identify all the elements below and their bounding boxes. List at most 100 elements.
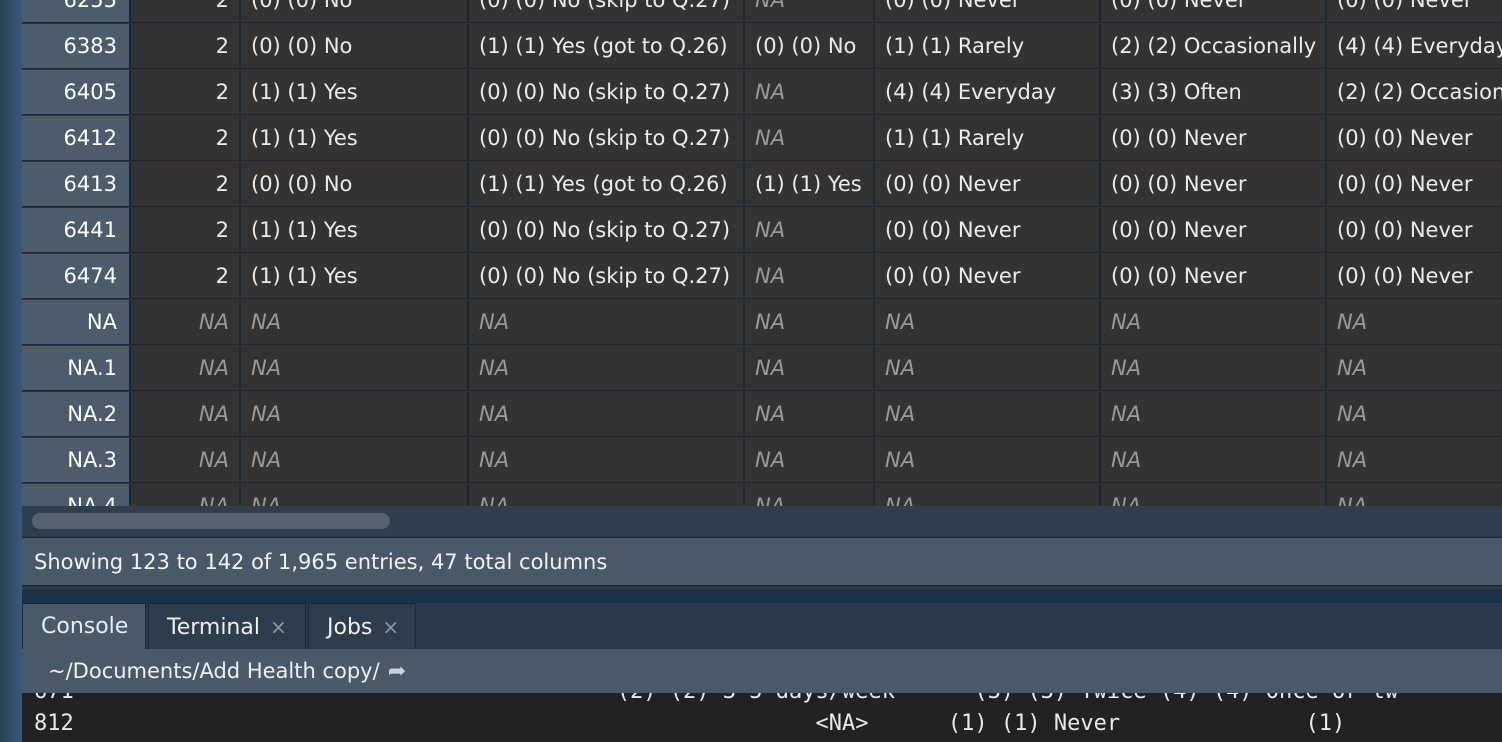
table-cell[interactable]: (0) (0) Never — [875, 0, 1101, 23]
row-name-cell[interactable]: NA.2 — [22, 392, 131, 437]
table-cell[interactable]: NA — [241, 484, 469, 506]
row-name-cell[interactable]: 6383 — [22, 24, 131, 69]
table-cell[interactable]: NA — [1327, 392, 1502, 437]
close-icon[interactable]: × — [382, 615, 399, 639]
table-cell[interactable]: (4) (4) Everyday — [875, 70, 1101, 115]
table-cell[interactable]: (0) (0) Never — [1327, 254, 1502, 299]
table-cell[interactable]: NA — [241, 300, 469, 345]
table-cell[interactable]: NA — [745, 254, 875, 299]
table-cell[interactable]: (4) (4) Everyday — [1327, 24, 1502, 69]
table-cell[interactable]: (1) (1) Rarely — [875, 116, 1101, 161]
row-name-cell[interactable]: NA — [22, 300, 131, 345]
table-cell[interactable]: (0) (0) No (skip to Q.27) — [469, 254, 745, 299]
tab-console[interactable]: Console — [22, 603, 146, 649]
table-cell[interactable]: NA — [241, 438, 469, 483]
table-cell[interactable]: NA — [745, 438, 875, 483]
table-cell[interactable]: (0) (0) Never — [1101, 0, 1327, 23]
table-cell[interactable]: NA — [1327, 346, 1502, 391]
table-cell[interactable]: (1) (1) Yes — [241, 116, 469, 161]
table-cell[interactable]: (0) (0) Never — [1327, 162, 1502, 207]
table-cell[interactable]: NA — [469, 300, 745, 345]
table-cell[interactable]: NA — [745, 300, 875, 345]
table-cell[interactable]: 2 — [131, 208, 241, 253]
table-cell[interactable]: (2) (2) Occasionally — [1101, 24, 1327, 69]
table-cell[interactable]: NA — [131, 438, 241, 483]
row-name-cell[interactable]: 6255 — [22, 0, 131, 23]
table-cell[interactable]: NA — [875, 346, 1101, 391]
table-cell[interactable]: NA — [875, 438, 1101, 483]
console-output[interactable]: 671 (2) (2) 3-5 days/week (3) (3) Twice … — [22, 693, 1502, 742]
table-cell[interactable]: NA — [745, 116, 875, 161]
table-cell[interactable]: NA — [745, 0, 875, 23]
table-cell[interactable]: NA — [745, 392, 875, 437]
table-cell[interactable]: (0) (0) No (skip to Q.27) — [469, 116, 745, 161]
table-cell[interactable]: (0) (0) No (skip to Q.27) — [469, 208, 745, 253]
row-name-cell[interactable]: 6441 — [22, 208, 131, 253]
table-cell[interactable]: NA — [745, 208, 875, 253]
table-cell[interactable]: NA — [745, 484, 875, 506]
table-cell[interactable]: (1) (1) Yes (got to Q.26) — [469, 24, 745, 69]
row-name-cell[interactable]: NA.3 — [22, 438, 131, 483]
table-cell[interactable]: (1) (1) Yes — [241, 254, 469, 299]
table-cell[interactable]: NA — [241, 346, 469, 391]
table-cell[interactable]: NA — [875, 484, 1101, 506]
table-cell[interactable]: 2 — [131, 162, 241, 207]
horizontal-scrollbar[interactable] — [22, 506, 1502, 536]
table-cell[interactable]: (0) (0) No (skip to Q.27) — [469, 70, 745, 115]
table-cell[interactable]: (0) (0) Never — [875, 208, 1101, 253]
row-name-cell[interactable]: 6405 — [22, 70, 131, 115]
row-name-cell[interactable]: 6413 — [22, 162, 131, 207]
share-arrow-icon[interactable]: ➦ — [388, 659, 406, 684]
table-cell[interactable]: 2 — [131, 254, 241, 299]
table-cell[interactable]: NA — [875, 300, 1101, 345]
table-cell[interactable]: (1) (1) Yes (got to Q.26) — [469, 162, 745, 207]
table-cell[interactable]: (0) (0) No — [241, 24, 469, 69]
table-cell[interactable]: NA — [241, 392, 469, 437]
table-cell[interactable]: NA — [1327, 484, 1502, 506]
table-cell[interactable]: (1) (1) Rarely — [875, 24, 1101, 69]
tab-jobs[interactable]: Jobs × — [308, 603, 416, 649]
table-cell[interactable]: NA — [131, 392, 241, 437]
table-cell[interactable]: (2) (2) Occasionally — [1327, 70, 1502, 115]
table-cell[interactable]: (0) (0) Never — [1327, 0, 1502, 23]
table-cell[interactable]: (0) (0) Never — [875, 254, 1101, 299]
table-cell[interactable]: NA — [131, 346, 241, 391]
tab-terminal[interactable]: Terminal × — [148, 603, 306, 649]
table-cell[interactable]: (1) (1) Yes — [745, 162, 875, 207]
table-cell[interactable]: (0) (0) Never — [1327, 208, 1502, 253]
table-cell[interactable]: (1) (1) Yes — [241, 208, 469, 253]
table-cell[interactable]: NA — [1101, 300, 1327, 345]
table-cell[interactable]: (0) (0) Never — [1101, 208, 1327, 253]
table-cell[interactable]: NA — [745, 70, 875, 115]
table-cell[interactable]: (3) (3) Often — [1101, 70, 1327, 115]
table-cell[interactable]: 2 — [131, 70, 241, 115]
row-name-cell[interactable]: 6474 — [22, 254, 131, 299]
table-cell[interactable]: 2 — [131, 0, 241, 23]
table-cell[interactable]: NA — [1327, 300, 1502, 345]
table-cell[interactable]: NA — [1101, 438, 1327, 483]
close-icon[interactable]: × — [270, 615, 287, 639]
table-cell[interactable]: NA — [469, 484, 745, 506]
row-name-cell[interactable]: 6412 — [22, 116, 131, 161]
table-cell[interactable]: NA — [1101, 484, 1327, 506]
table-cell[interactable]: (0) (0) No — [241, 162, 469, 207]
table-cell[interactable]: NA — [131, 300, 241, 345]
working-directory-path[interactable]: ~/Documents/Add Health copy/ — [48, 659, 380, 683]
table-cell[interactable]: (0) (0) Never — [1101, 254, 1327, 299]
table-cell[interactable]: (1) (1) Yes — [241, 70, 469, 115]
table-cell[interactable]: (0) (0) Never — [1101, 116, 1327, 161]
row-name-cell[interactable]: NA.4 — [22, 484, 131, 506]
table-cell[interactable]: NA — [131, 484, 241, 506]
table-cell[interactable]: NA — [1327, 438, 1502, 483]
table-cell[interactable]: NA — [469, 438, 745, 483]
table-cell[interactable]: (0) (0) No — [241, 0, 469, 23]
table-cell[interactable]: NA — [469, 392, 745, 437]
table-cell[interactable]: 2 — [131, 24, 241, 69]
table-cell[interactable]: (0) (0) No — [745, 24, 875, 69]
table-cell[interactable]: (0) (0) Never — [1327, 116, 1502, 161]
table-cell[interactable]: NA — [1101, 392, 1327, 437]
row-name-cell[interactable]: NA.1 — [22, 346, 131, 391]
table-cell[interactable]: NA — [469, 346, 745, 391]
table-cell[interactable]: (0) (0) Never — [1101, 162, 1327, 207]
table-cell[interactable]: NA — [875, 392, 1101, 437]
